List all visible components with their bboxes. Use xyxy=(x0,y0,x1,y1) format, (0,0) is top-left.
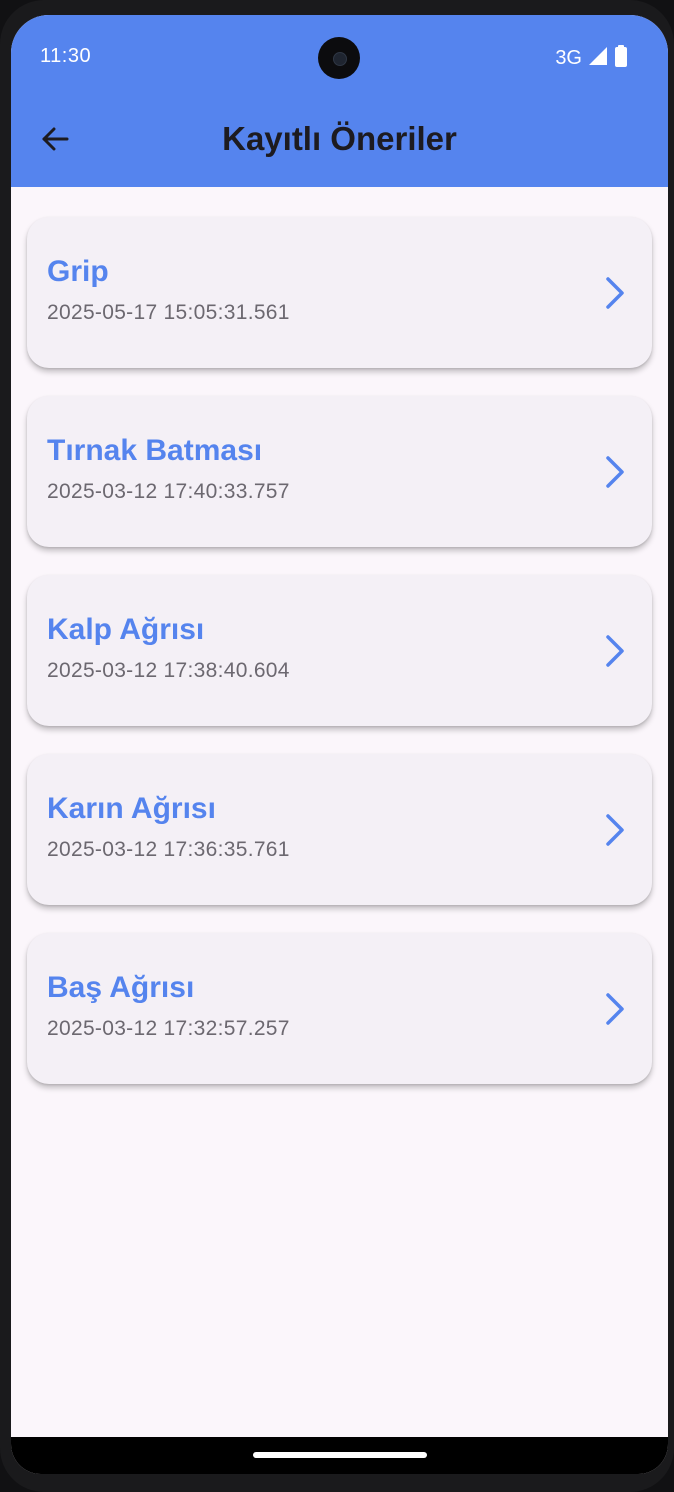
suggestion-title: Kalp Ağrısı xyxy=(47,613,205,646)
chevron-right-icon xyxy=(606,277,624,309)
app-bar: 11:30 3G Kayıtlı Öneriler xyxy=(11,15,668,187)
suggestion-date: 2025-03-12 17:40:33.757 xyxy=(47,480,290,503)
suggestion-date: 2025-03-12 17:32:57.257 xyxy=(47,1017,290,1040)
suggestion-date: 2025-05-17 15:05:31.561 xyxy=(47,301,290,324)
chevron-right-icon xyxy=(606,456,624,488)
home-indicator[interactable] xyxy=(253,1452,427,1458)
screen: 11:30 3G Kayıtlı Öneriler Grip 2025-05-1… xyxy=(11,15,668,1474)
system-nav-bar xyxy=(11,1437,668,1474)
page-title: Kayıtlı Öneriler xyxy=(222,120,457,157)
battery-icon xyxy=(614,45,628,72)
signal-icon xyxy=(588,46,608,71)
suggestion-card[interactable]: Kalp Ağrısı 2025-03-12 17:38:40.604 xyxy=(27,575,652,726)
network-type: 3G xyxy=(555,47,582,69)
front-camera xyxy=(318,37,360,79)
chevron-right-icon xyxy=(606,993,624,1025)
suggestion-title: Tırnak Batması xyxy=(47,434,263,467)
suggestion-card[interactable]: Karın Ağrısı 2025-03-12 17:36:35.761 xyxy=(27,754,652,905)
suggestion-title: Karın Ağrısı xyxy=(47,792,216,825)
suggestion-card[interactable]: Tırnak Batması 2025-03-12 17:40:33.757 xyxy=(27,396,652,547)
suggestion-date: 2025-03-12 17:38:40.604 xyxy=(47,659,290,682)
suggestion-list: Grip 2025-05-17 15:05:31.561 Tırnak Batm… xyxy=(27,217,652,1112)
suggestion-date: 2025-03-12 17:36:35.761 xyxy=(47,838,290,861)
suggestion-card[interactable]: Grip 2025-05-17 15:05:31.561 xyxy=(27,217,652,368)
status-time: 11:30 xyxy=(40,45,92,67)
status-indicators: 3G xyxy=(555,45,628,72)
suggestion-card[interactable]: Baş Ağrısı 2025-03-12 17:32:57.257 xyxy=(27,933,652,1084)
suggestion-title: Grip xyxy=(47,255,109,288)
phone-frame: 11:30 3G Kayıtlı Öneriler Grip 2025-05-1… xyxy=(0,0,674,1492)
suggestion-title: Baş Ağrısı xyxy=(47,971,195,1004)
chevron-right-icon xyxy=(606,635,624,667)
chevron-right-icon xyxy=(606,814,624,846)
